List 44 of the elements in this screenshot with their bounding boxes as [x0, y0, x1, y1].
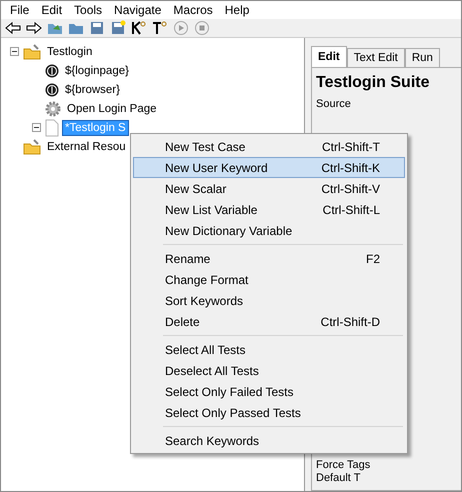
suite-title: Testlogin Suite [316, 74, 430, 92]
menu-item[interactable]: Edit [36, 2, 68, 17]
save-all-icon-button[interactable] [110, 20, 126, 36]
back-arrow-icon-button[interactable] [5, 20, 21, 36]
menu-item[interactable]: Navigate [109, 2, 166, 17]
keyword-search-icon-button[interactable] [131, 20, 147, 36]
tree-item[interactable]: Open Login Page [64, 100, 160, 116]
folder-icon [23, 138, 41, 154]
context-menu-item[interactable]: Search Keywords [133, 430, 405, 451]
collapse-icon[interactable] [10, 47, 19, 56]
context-menu-item[interactable]: Select Only Failed Tests [133, 381, 405, 402]
context-menu-item[interactable]: Select Only Passed Tests [133, 402, 405, 423]
save-icon-button[interactable] [89, 20, 105, 36]
context-menu-item[interactable]: New List Variable Ctrl-Shift-L [133, 199, 405, 220]
context-menu-item[interactable]: Change Format [133, 269, 405, 290]
test-search-icon-button[interactable] [152, 20, 168, 36]
field-label: Default T [316, 472, 362, 484]
menu-item[interactable]: Tools [69, 2, 108, 17]
collapse-icon[interactable] [32, 123, 41, 132]
tab[interactable]: Text Edit [346, 48, 405, 67]
context-menu-item[interactable]: Rename F2 [133, 248, 405, 269]
tree-item[interactable]: Testlogin [44, 44, 96, 60]
gear-icon [45, 100, 61, 116]
document-icon [45, 118, 59, 136]
context-menu-item[interactable]: New Test Case Ctrl-Shift-T [133, 136, 405, 157]
context-menu-item[interactable]: New Scalar Ctrl-Shift-V [133, 178, 405, 199]
menu-item[interactable]: Macros [168, 2, 218, 17]
field-label: Source [316, 98, 352, 110]
context-menu-item[interactable]: New Dictionary Variable [133, 220, 405, 241]
menu-item[interactable]: File [5, 2, 34, 17]
tree-item[interactable]: ${browser} [62, 82, 123, 98]
context-menu-item[interactable]: Sort Keywords [133, 290, 405, 311]
context-menu-item[interactable]: Deselect All Tests [133, 360, 405, 381]
forward-arrow-icon-button[interactable] [26, 20, 42, 36]
context-menu-item[interactable]: Select All Tests [133, 339, 405, 360]
menu-item[interactable]: Help [220, 2, 254, 17]
context-menu-item[interactable]: Delete Ctrl-Shift-D [133, 311, 405, 332]
tree-item[interactable]: ${loginpage} [62, 62, 132, 78]
tab[interactable]: Edit [311, 46, 347, 67]
context-menu-item[interactable]: New User Keyword Ctrl-Shift-K [133, 157, 405, 178]
folder-icon [23, 44, 41, 60]
tab[interactable]: Run [404, 48, 440, 67]
tree-item[interactable]: External Resou [44, 138, 129, 154]
field-label: Force Tags [316, 459, 372, 471]
